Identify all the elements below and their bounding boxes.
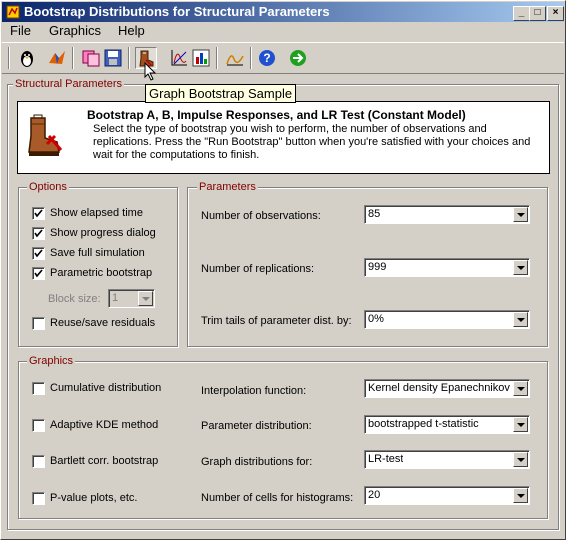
chevron-down-icon[interactable]	[513, 417, 528, 432]
cumulative-distribution-label: Cumulative distribution	[50, 382, 162, 394]
toolbar-separator	[250, 47, 252, 69]
observations-value: 85	[368, 208, 381, 220]
parameter-distribution-label: Parameter distribution:	[201, 420, 312, 432]
interpolation-select[interactable]: Kernel density Epanechnikov	[364, 379, 530, 398]
svg-text:?: ?	[263, 51, 270, 65]
show-progress-dialog-checkbox[interactable]	[32, 227, 45, 240]
graph-distributions-select[interactable]: LR-test	[364, 450, 530, 469]
observations-select[interactable]: 85	[364, 205, 530, 224]
info-title: Bootstrap A, B, Impulse Responses, and L…	[87, 108, 466, 122]
p-value-plots-checkbox[interactable]	[32, 492, 45, 505]
menu-graphics[interactable]: Graphics	[49, 23, 101, 38]
reuse-residuals-label: Reuse/save residuals	[50, 317, 156, 329]
parametric-bootstrap-checkbox[interactable]	[32, 267, 45, 280]
parameters-label: Parameters	[197, 181, 258, 193]
adaptive-kde-label: Adaptive KDE method	[50, 419, 159, 431]
title-bar[interactable]: Bootstrap Distributions for Structural P…	[2, 2, 564, 22]
histogram-cells-value: 20	[368, 489, 381, 501]
parametric-bootstrap-label: Parametric bootstrap	[50, 267, 153, 279]
observations-label: Number of observations:	[201, 210, 321, 222]
reuse-residuals-checkbox[interactable]	[32, 317, 45, 330]
histogram-cells-select[interactable]: 20	[364, 486, 530, 505]
run-icon[interactable]	[287, 47, 309, 69]
trim-tails-value: 0%	[368, 313, 384, 325]
block-size-value: 1	[112, 292, 119, 304]
save-full-simulation-checkbox[interactable]	[32, 247, 45, 260]
chevron-down-icon[interactable]	[513, 381, 528, 396]
chevron-down-icon[interactable]	[513, 452, 528, 467]
block-size-select: 1	[108, 289, 155, 308]
app-icon	[6, 5, 20, 19]
chevron-down-icon[interactable]	[513, 312, 528, 327]
trim-tails-select[interactable]: 0%	[364, 310, 530, 329]
menu-bar: File Graphics Help	[2, 22, 564, 41]
bootstrap-boot-icon	[25, 114, 67, 163]
graph-icon[interactable]	[168, 47, 190, 69]
p-value-plots-label: P-value plots, etc.	[50, 492, 138, 504]
histogram-cells-label: Number of cells for histograms:	[201, 492, 354, 504]
cumulative-distribution-checkbox[interactable]	[32, 382, 45, 395]
cursor-icon	[144, 61, 158, 85]
help-icon[interactable]: ?	[256, 47, 278, 69]
chevron-down-icon[interactable]	[513, 260, 528, 275]
show-elapsed-time-checkbox[interactable]	[32, 207, 45, 220]
bartlett-bootstrap-checkbox[interactable]	[32, 455, 45, 468]
graph-distributions-label: Graph distributions for:	[201, 456, 313, 468]
menu-help[interactable]: Help	[118, 23, 145, 38]
close-button[interactable]: ×	[547, 6, 564, 21]
copy-icon[interactable]	[80, 47, 102, 69]
show-elapsed-time-label: Show elapsed time	[50, 207, 143, 219]
parameter-distribution-value: bootstrapped t-statistic	[368, 418, 479, 430]
maximize-button[interactable]: □	[529, 6, 546, 21]
tooltip: Graph Bootstrap Sample	[145, 84, 297, 103]
save-full-simulation-label: Save full simulation	[50, 247, 145, 259]
parameter-distribution-select[interactable]: bootstrapped t-statistic	[364, 415, 530, 434]
structural-parameters-label: Structural Parameters	[13, 78, 124, 90]
matlab-icon[interactable]	[46, 47, 68, 69]
chevron-down-icon[interactable]	[513, 207, 528, 222]
trim-tails-label: Trim tails of parameter dist. by:	[201, 315, 352, 327]
replications-label: Number of replications:	[201, 263, 315, 275]
graphics-label: Graphics	[27, 355, 76, 367]
distribution-icon[interactable]	[224, 47, 246, 69]
show-progress-dialog-label: Show progress dialog	[50, 227, 156, 239]
toolbar-grip	[8, 47, 10, 69]
interpolation-label: Interpolation function:	[201, 385, 307, 397]
toolbar: ?	[2, 42, 564, 74]
save-icon[interactable]	[102, 47, 124, 69]
penguin-icon[interactable]	[16, 47, 38, 69]
chart-icon[interactable]	[190, 47, 212, 69]
chevron-down-icon[interactable]	[513, 488, 528, 503]
block-size-label: Block size:	[48, 293, 101, 305]
window-title: Bootstrap Distributions for Structural P…	[24, 4, 330, 19]
chevron-down-icon	[138, 291, 153, 306]
replications-value: 999	[368, 261, 387, 273]
menu-file[interactable]: File	[10, 23, 31, 38]
adaptive-kde-checkbox[interactable]	[32, 419, 45, 432]
options-label: Options	[27, 181, 69, 193]
info-box: Bootstrap A, B, Impulse Responses, and L…	[17, 101, 550, 174]
bartlett-bootstrap-label: Bartlett corr. bootstrap	[50, 455, 159, 467]
interpolation-value: Kernel density Epanechnikov	[368, 382, 510, 394]
replications-select[interactable]: 999	[364, 258, 530, 277]
toolbar-separator	[128, 47, 130, 69]
info-description: Select the type of bootstrap you wish to…	[93, 123, 531, 161]
minimize-button[interactable]: _	[513, 6, 530, 21]
toolbar-separator	[72, 47, 74, 69]
graph-distributions-value: LR-test	[368, 453, 404, 465]
toolbar-separator	[216, 47, 218, 69]
